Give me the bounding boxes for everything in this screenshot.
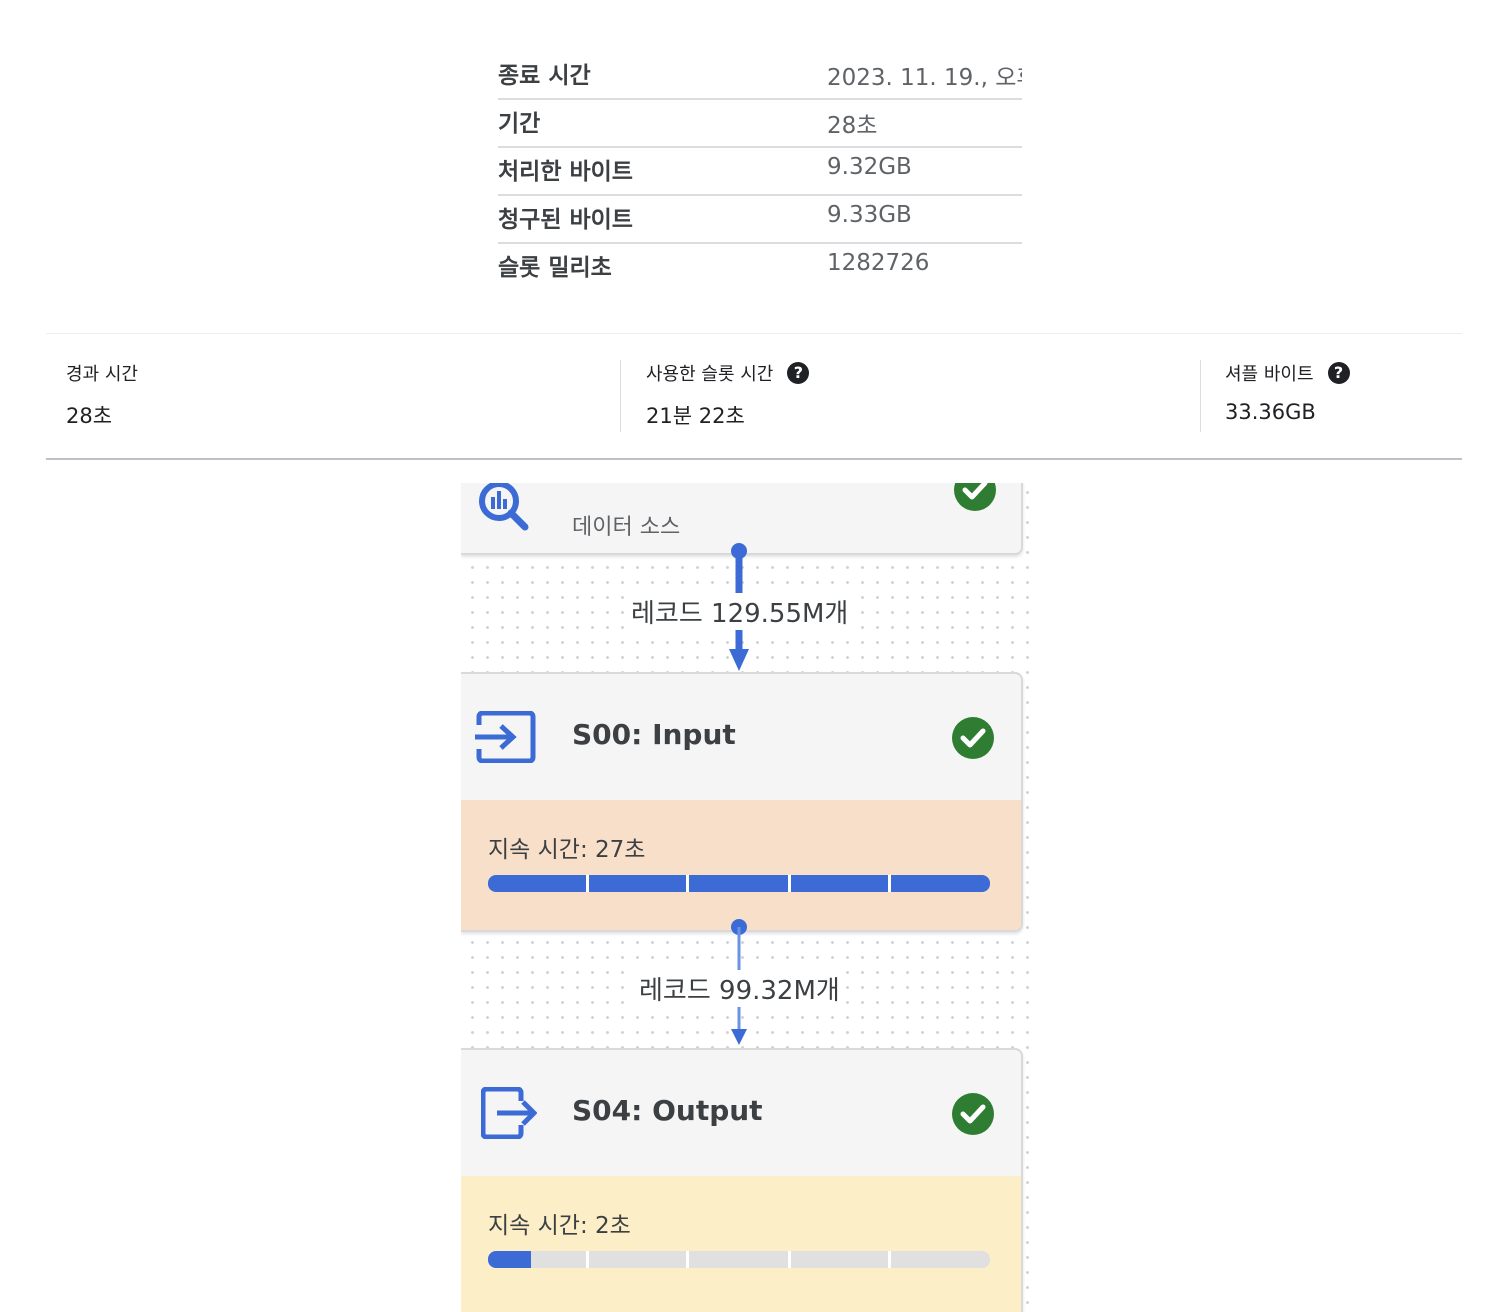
info-row-bytes-billed: 청구된 바이트 9.33GB xyxy=(498,194,1022,244)
progress-fill xyxy=(488,1251,531,1268)
info-row-slot-ms: 슬롯 밀리초 1282726 xyxy=(498,242,1022,290)
stat-divider xyxy=(1200,360,1201,432)
info-label: 종료 시간 xyxy=(498,63,591,89)
info-row-bytes-processed: 처리한 바이트 9.32GB xyxy=(498,146,1022,196)
stat-elapsed: 경과 시간 28초 xyxy=(66,360,138,432)
stat-shuffle-bytes: 셔플 바이트 ? 33.36GB xyxy=(1225,360,1350,432)
info-label: 청구된 바이트 xyxy=(498,207,633,233)
stage-progress-bar xyxy=(488,1251,990,1268)
stat-value: 28초 xyxy=(66,404,113,428)
source-node-subtitle: 데이터 소스 xyxy=(572,515,681,540)
edge-record-count: 레코드 129.55M개 xyxy=(625,593,855,630)
progress-tick xyxy=(686,875,689,892)
stat-label: 사용한 슬롯 시간 xyxy=(646,364,774,385)
execution-stats-bar: 경과 시간 28초 사용한 슬롯 시간 ? 21분 22초 셔플 바이트 ? 3… xyxy=(46,333,1462,460)
help-icon[interactable]: ? xyxy=(787,362,810,384)
stage-progress-bar xyxy=(488,875,990,892)
info-label: 슬롯 밀리초 xyxy=(498,255,612,281)
stage-title: S00: Input xyxy=(572,718,736,751)
info-value: 28초 xyxy=(827,113,878,139)
info-label: 처리한 바이트 xyxy=(498,159,633,185)
info-row-duration: 기간 28초 xyxy=(498,98,1022,148)
progress-tick xyxy=(686,1251,689,1268)
stat-slot-time: 사용한 슬롯 시간 ? 21분 22초 xyxy=(646,360,810,432)
stage-body: 지속 시간: 2초 xyxy=(461,1176,1021,1312)
check-circle-icon xyxy=(953,483,997,516)
info-row-end-time: 종료 시간 2023. 11. 19., 오후 xyxy=(498,50,1022,100)
stage-header: S04: Output xyxy=(461,1050,1021,1176)
stage-duration: 지속 시간: 2초 xyxy=(488,1213,631,1239)
stage-body: 지속 시간: 27초 xyxy=(461,800,1021,930)
stage-node-s00[interactable]: S00: Input 지속 시간: 27초 xyxy=(461,672,1023,932)
stat-label-row: 사용한 슬롯 시간 ? xyxy=(646,360,810,386)
output-icon xyxy=(480,1086,538,1143)
info-value: 2023. 11. 19., 오후 xyxy=(827,65,1022,91)
stat-value: 21분 22초 xyxy=(646,404,745,428)
progress-tick xyxy=(888,875,891,892)
stat-divider xyxy=(620,360,621,432)
stat-value: 33.36GB xyxy=(1225,400,1316,424)
stage-header: S00: Input xyxy=(461,674,1021,800)
check-circle-icon xyxy=(951,1092,995,1140)
edge-record-count: 레코드 99.32M개 xyxy=(633,970,846,1007)
stat-label-row: 셔플 바이트 ? xyxy=(1225,360,1350,386)
stat-label: 경과 시간 xyxy=(66,364,138,385)
progress-fill xyxy=(488,875,990,892)
progress-tick xyxy=(888,1251,891,1268)
info-label: 기간 xyxy=(498,111,541,137)
progress-tick xyxy=(788,875,791,892)
progress-tick xyxy=(586,875,589,892)
info-value: 1282726 xyxy=(827,250,930,276)
stage-duration: 지속 시간: 27초 xyxy=(488,837,646,863)
progress-tick xyxy=(586,1251,589,1268)
stat-label: 셔플 바이트 xyxy=(1225,364,1314,385)
info-value: 9.32GB xyxy=(827,154,912,180)
execution-graph-canvas[interactable]: 데이터 소스 레코드 129.55M개 S00: Input 지속 시간: 27… xyxy=(461,483,1036,1312)
check-circle-icon xyxy=(951,716,995,764)
stage-title: S04: Output xyxy=(572,1094,763,1127)
input-icon xyxy=(473,710,537,767)
job-info-table: 종료 시간 2023. 11. 19., 오후 기간 28초 처리한 바이트 9… xyxy=(498,50,1022,290)
stage-node-s04[interactable]: S04: Output 지속 시간: 2초 xyxy=(461,1048,1023,1312)
search-data-icon xyxy=(475,483,531,537)
info-value: 9.33GB xyxy=(827,202,912,228)
help-icon[interactable]: ? xyxy=(1327,362,1350,384)
progress-tick xyxy=(788,1251,791,1268)
